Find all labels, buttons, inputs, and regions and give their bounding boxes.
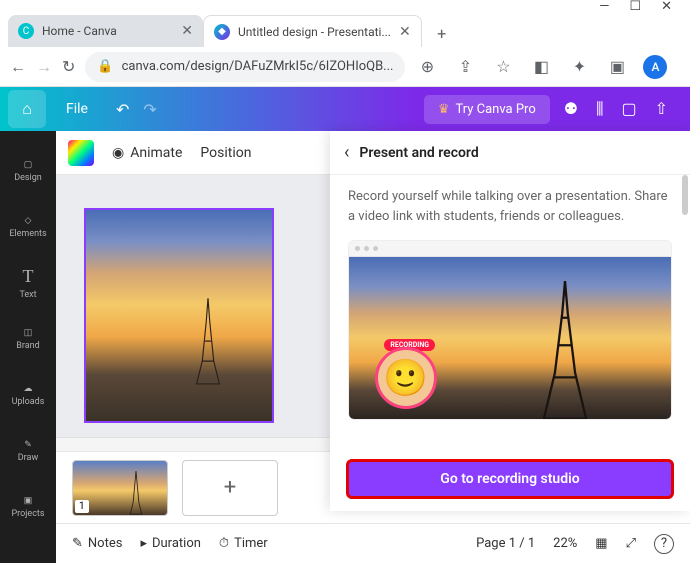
close-window-icon[interactable]: ✕ <box>661 0 672 14</box>
duration-icon: ▸ <box>140 536 147 551</box>
present-icon[interactable]: ▢ <box>621 99 636 119</box>
thumbnail-number: 1 <box>75 500 89 513</box>
panel-header: ‹ Present and record <box>330 131 690 175</box>
panel-back-button[interactable]: ‹ <box>344 142 349 163</box>
presenter-bubble: 🙂 <box>375 347 437 409</box>
home-icon: ⌂ <box>22 99 32 119</box>
profile-avatar[interactable]: A <box>643 55 667 79</box>
sidebar-item-brand[interactable]: ◫Brand <box>0 311 56 367</box>
design-icon: ▢ <box>24 160 33 170</box>
maximize-icon[interactable]: ☐ <box>629 0 641 14</box>
try-canva-pro-button[interactable]: ♛ Try Canva Pro <box>424 95 550 124</box>
back-button[interactable]: ← <box>10 55 26 79</box>
position-button[interactable]: Position <box>200 145 251 161</box>
extensions-puzzle-icon[interactable]: ✦ <box>567 55 591 79</box>
browser-tabstrip: C Home - Canva ✕ ◆ Untitled design - Pre… <box>0 12 690 47</box>
lock-icon: 🔒 <box>97 59 113 74</box>
undo-button[interactable]: ↶ <box>116 100 129 119</box>
sidebar-item-design[interactable]: ▢Design <box>0 143 56 199</box>
extension-icon[interactable]: ◧ <box>529 55 553 79</box>
slide-thumbnail-1[interactable]: 1 <box>72 460 168 516</box>
timer-button[interactable]: ⏱Timer <box>219 536 268 551</box>
collaborators-icon[interactable]: ⚉ <box>564 99 578 119</box>
file-menu[interactable]: File <box>50 87 104 131</box>
panel-scrollbar[interactable] <box>682 175 688 215</box>
new-tab-button[interactable]: + <box>428 19 456 47</box>
text-icon: T <box>23 266 34 287</box>
address-bar: ← → ↻ 🔒 canva.com/design/DAFuZMrkI5c/6IZ… <box>0 47 690 87</box>
try-pro-label: Try Canva Pro <box>455 102 535 117</box>
slide-image <box>86 210 272 421</box>
panel-title: Present and record <box>359 145 478 161</box>
home-button[interactable]: ⌂ <box>8 90 46 128</box>
sidebar-item-projects[interactable]: ▣Projects <box>0 479 56 535</box>
present-record-panel: ‹ Present and record Record yourself whi… <box>330 131 690 511</box>
duration-button[interactable]: ▸Duration <box>140 536 200 551</box>
tab-title: Untitled design - Presentati... <box>238 25 391 39</box>
projects-icon: ▣ <box>24 496 33 506</box>
fullscreen-icon[interactable]: ⤢ <box>626 536 636 551</box>
color-picker[interactable] <box>68 140 94 166</box>
panel-footer: Go to recording studio <box>330 447 690 511</box>
redo-button[interactable]: ↷ <box>143 100 156 119</box>
analytics-icon[interactable]: ⫼ <box>596 99 603 119</box>
close-tab-icon[interactable]: ✕ <box>399 24 411 40</box>
notes-button[interactable]: ✎Notes <box>72 536 122 551</box>
sidepanel-icon[interactable]: ▣ <box>605 55 629 79</box>
tab-untitled-design[interactable]: ◆ Untitled design - Presentati... ✕ <box>203 15 422 47</box>
window-controls: — ☐ ✕ <box>0 0 690 12</box>
sidebar-item-text[interactable]: TText <box>0 255 56 311</box>
close-tab-icon[interactable]: ✕ <box>181 23 193 39</box>
url-input[interactable]: 🔒 canva.com/design/DAFuZMrkI5c/6IZOHIoQB… <box>85 52 405 82</box>
minimize-icon[interactable]: — <box>599 0 609 14</box>
animate-button[interactable]: ◉ Animate <box>112 145 182 161</box>
page-indicator[interactable]: Page 1 / 1 <box>476 536 535 551</box>
sidebar-item-elements[interactable]: ◇Elements <box>0 199 56 255</box>
zoom-icon[interactable]: ⊕ <box>415 55 439 79</box>
animate-icon: ◉ <box>112 145 124 161</box>
bookmark-star-icon[interactable]: ☆ <box>491 55 515 79</box>
reload-button[interactable]: ↻ <box>62 55 75 79</box>
crown-icon: ♛ <box>438 102 450 117</box>
zoom-level[interactable]: 22% <box>553 536 577 551</box>
tab-home-canva[interactable]: C Home - Canva ✕ <box>8 15 203 47</box>
panel-description: Record yourself while talking over a pre… <box>348 187 672 226</box>
timer-icon: ⏱ <box>219 536 229 551</box>
sidebar-item-draw[interactable]: ✎Draw <box>0 423 56 479</box>
notes-icon: ✎ <box>72 536 83 551</box>
forward-button[interactable]: → <box>36 55 52 79</box>
share-icon[interactable]: ⇧ <box>655 99 668 119</box>
add-slide-button[interactable]: + <box>182 460 278 516</box>
brand-icon: ◫ <box>24 328 33 338</box>
draw-icon: ✎ <box>24 440 32 450</box>
preview-chrome <box>349 241 671 257</box>
favicon-canva-icon: C <box>18 23 34 39</box>
url-text: canva.com/design/DAFuZMrkI5c/6IZOHIoQB..… <box>122 59 394 74</box>
editor-footer: ✎Notes ▸Duration ⏱Timer Page 1 / 1 22% ▦… <box>56 523 690 563</box>
grid-view-icon[interactable]: ▦ <box>595 536 607 551</box>
preview-image: RECORDING 🙂 <box>349 257 671 419</box>
face-icon: 🙂 <box>378 350 434 406</box>
go-to-recording-studio-button[interactable]: Go to recording studio <box>346 459 674 499</box>
elements-icon: ◇ <box>25 216 32 226</box>
sidebar-item-uploads[interactable]: ☁Uploads <box>0 367 56 423</box>
panel-body: Record yourself while talking over a pre… <box>330 175 690 447</box>
app-header: ⌂ File ↶ ↷ ♛ Try Canva Pro ⚉ ⫼ ▢ ⇧ <box>0 87 690 131</box>
uploads-icon: ☁ <box>24 384 33 394</box>
favicon-design-icon: ◆ <box>214 24 230 40</box>
browser-menu-icon[interactable]: ⋮ <box>681 55 690 79</box>
recording-preview: RECORDING 🙂 <box>348 240 672 420</box>
share-url-icon[interactable]: ⇪ <box>453 55 477 79</box>
help-button[interactable]: ? <box>654 534 674 554</box>
left-sidebar: ▢Design ◇Elements TText ◫Brand ☁Uploads … <box>0 131 56 563</box>
slide-canvas[interactable] <box>84 208 274 423</box>
tab-title: Home - Canva <box>42 24 117 38</box>
